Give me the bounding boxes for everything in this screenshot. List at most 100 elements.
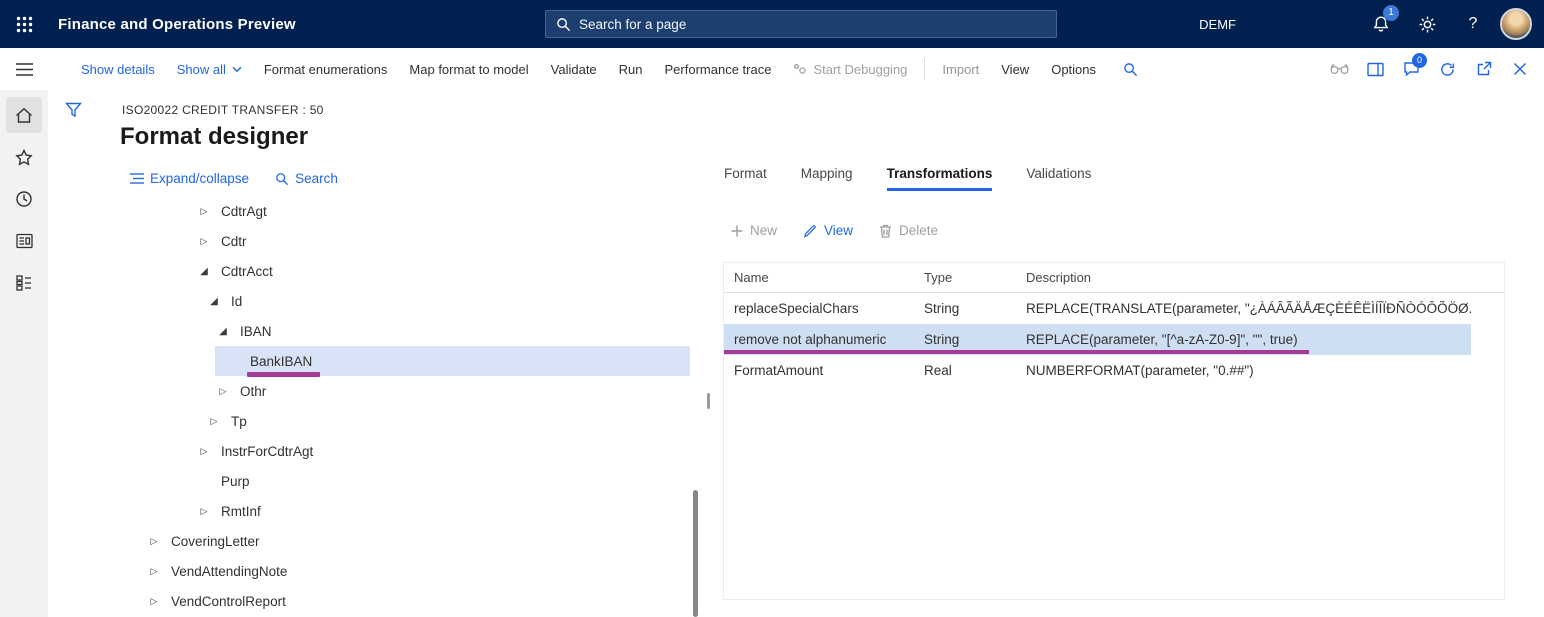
delete-button[interactable]: Delete bbox=[879, 223, 938, 238]
tree-node[interactable]: Id bbox=[48, 286, 710, 316]
action-search-button[interactable] bbox=[1123, 62, 1138, 77]
company-selector[interactable]: DEMF bbox=[1189, 17, 1246, 32]
view-menu-button[interactable]: View bbox=[990, 62, 1040, 77]
tree-node-selected[interactable]: BankIBAN bbox=[48, 346, 710, 376]
filter-button[interactable] bbox=[65, 102, 82, 118]
tree-node[interactable]: CoveringLetter bbox=[48, 526, 710, 556]
chevron-collapsed-icon[interactable] bbox=[146, 536, 162, 547]
chevron-collapsed-icon[interactable] bbox=[196, 236, 212, 247]
show-details-button[interactable]: Show details bbox=[70, 62, 166, 77]
chevron-collapsed-icon[interactable] bbox=[196, 206, 212, 217]
refresh-button[interactable] bbox=[1431, 53, 1464, 86]
tree-node[interactable]: RmtInf bbox=[48, 496, 710, 526]
popout-icon bbox=[1476, 61, 1492, 77]
page-search-input[interactable] bbox=[579, 17, 1046, 32]
refresh-icon bbox=[1439, 61, 1456, 78]
messages-button[interactable]: 0 bbox=[1395, 53, 1428, 86]
rail-favorites-button[interactable] bbox=[0, 136, 48, 178]
performance-trace-button[interactable]: Performance trace bbox=[654, 62, 783, 77]
close-page-button[interactable] bbox=[1503, 53, 1536, 86]
format-tree: CdtrAgt Cdtr CdtrAcct Id bbox=[48, 196, 710, 616]
tree-node-label: Id bbox=[231, 294, 242, 309]
sidepane-button[interactable] bbox=[1359, 53, 1392, 86]
tree-scrollbar-thumb[interactable] bbox=[693, 490, 698, 617]
column-header-name[interactable]: Name bbox=[724, 270, 924, 285]
tab-mapping[interactable]: Mapping bbox=[801, 166, 853, 191]
validate-button[interactable]: Validate bbox=[540, 62, 608, 77]
help-button[interactable]: ? bbox=[1450, 0, 1496, 48]
chevron-expanded-icon[interactable] bbox=[196, 266, 212, 277]
chevron-collapsed-icon[interactable] bbox=[196, 506, 212, 517]
task-recorder-button[interactable] bbox=[1323, 53, 1356, 86]
new-button[interactable]: New bbox=[731, 223, 777, 238]
tree-node[interactable]: InstrForCdtrAgt bbox=[48, 436, 710, 466]
debug-icon bbox=[793, 63, 807, 75]
news-icon bbox=[16, 233, 33, 249]
show-all-dropdown[interactable]: Show all bbox=[166, 62, 253, 77]
tree-node[interactable]: VendAttendingNote bbox=[48, 556, 710, 586]
tree-node[interactable]: Purp bbox=[48, 466, 710, 496]
glasses-icon bbox=[1330, 63, 1349, 75]
chevron-collapsed-icon[interactable] bbox=[146, 566, 162, 577]
user-avatar[interactable] bbox=[1500, 8, 1532, 40]
search-icon bbox=[556, 17, 571, 32]
format-enumerations-button[interactable]: Format enumerations bbox=[253, 62, 399, 77]
tree-node[interactable]: CdtrAgt bbox=[48, 196, 710, 226]
tree-node[interactable]: CdtrAcct bbox=[48, 256, 710, 286]
notifications-button[interactable]: 1 bbox=[1358, 0, 1404, 48]
site-map-button[interactable] bbox=[0, 48, 48, 90]
tree-node-label: Purp bbox=[221, 474, 250, 489]
sidepane-icon bbox=[1367, 62, 1384, 77]
start-debugging-button[interactable]: Start Debugging bbox=[782, 62, 918, 77]
chevron-expanded-icon[interactable] bbox=[215, 326, 231, 337]
rail-workspaces-button[interactable] bbox=[0, 262, 48, 304]
map-format-to-model-button[interactable]: Map format to model bbox=[398, 62, 539, 77]
close-icon bbox=[1513, 62, 1527, 76]
tree-search-button[interactable]: Search bbox=[275, 171, 338, 186]
grid-header-row: Name Type Description bbox=[724, 263, 1504, 293]
annotation-underline-grid-row bbox=[724, 350, 1309, 354]
column-header-description[interactable]: Description bbox=[1026, 270, 1504, 285]
grid-row[interactable]: FormatAmount Real NUMBERFORMAT(parameter… bbox=[724, 355, 1471, 386]
tree-node-label: VendControlReport bbox=[171, 594, 286, 609]
chevron-collapsed-icon[interactable] bbox=[196, 446, 212, 457]
view-button[interactable]: View bbox=[803, 223, 853, 238]
settings-button[interactable] bbox=[1404, 0, 1450, 48]
page-search-box[interactable] bbox=[545, 10, 1057, 38]
grid-row[interactable]: replaceSpecialChars String REPLACE(TRANS… bbox=[724, 293, 1471, 324]
cell-description: REPLACE(TRANSLATE(parameter, "¿ÀÁÂÃÄÅÆÇÈ… bbox=[1026, 301, 1471, 316]
tree-node[interactable]: IBAN bbox=[48, 316, 710, 346]
chevron-expanded-icon[interactable] bbox=[206, 296, 222, 307]
tree-node[interactable]: Cdtr bbox=[48, 226, 710, 256]
cell-description: NUMBERFORMAT(parameter, "0.##") bbox=[1026, 363, 1471, 378]
chevron-collapsed-icon[interactable] bbox=[215, 386, 231, 397]
tab-transformations[interactable]: Transformations bbox=[887, 166, 993, 191]
expand-collapse-button[interactable]: Expand/collapse bbox=[130, 171, 249, 186]
messages-badge: 0 bbox=[1412, 53, 1427, 68]
app-launcher-button[interactable] bbox=[0, 0, 48, 48]
tree-node[interactable]: VendControlReport bbox=[48, 586, 710, 616]
tree-node[interactable]: Othr bbox=[48, 376, 710, 406]
pane-splitter[interactable] bbox=[707, 393, 710, 409]
tree-toolbar: Expand/collapse Search bbox=[130, 171, 338, 186]
options-menu-button[interactable]: Options bbox=[1040, 62, 1107, 77]
rail-news-button[interactable] bbox=[0, 220, 48, 262]
cell-name: FormatAmount bbox=[724, 363, 924, 378]
cell-type: Real bbox=[924, 363, 1026, 378]
pencil-icon bbox=[803, 224, 817, 238]
tree-node-label: VendAttendingNote bbox=[171, 564, 287, 579]
tab-format[interactable]: Format bbox=[724, 166, 767, 191]
rail-recent-button[interactable] bbox=[0, 178, 48, 220]
import-button[interactable]: Import bbox=[931, 62, 990, 77]
cell-type: String bbox=[924, 332, 1026, 347]
rail-home-button[interactable] bbox=[0, 94, 48, 136]
chevron-collapsed-icon[interactable] bbox=[146, 596, 162, 607]
app-title: Finance and Operations Preview bbox=[58, 16, 296, 33]
run-button[interactable]: Run bbox=[608, 62, 654, 77]
tree-node[interactable]: Tp bbox=[48, 406, 710, 436]
hamburger-icon bbox=[16, 63, 33, 76]
popout-button[interactable] bbox=[1467, 53, 1500, 86]
tab-validations[interactable]: Validations bbox=[1026, 166, 1091, 191]
chevron-collapsed-icon[interactable] bbox=[206, 416, 222, 427]
column-header-type[interactable]: Type bbox=[924, 270, 1026, 285]
